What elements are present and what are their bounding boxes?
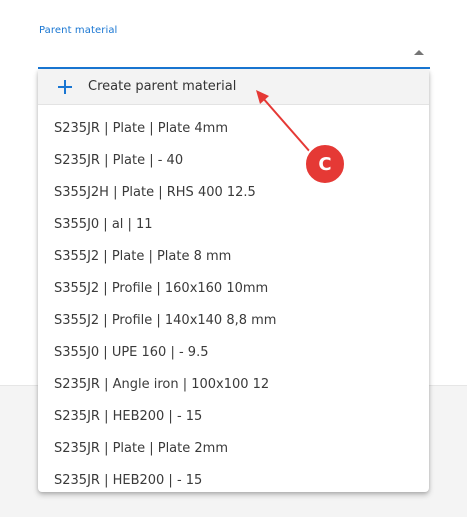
field-underline — [38, 67, 430, 69]
option-item[interactable]: S355J2 | Profile | 160x160 10mm — [38, 273, 429, 305]
page: Parent material Create parent material S… — [0, 0, 467, 517]
option-item[interactable]: S235JR | Plate | Plate 4mm — [38, 113, 429, 145]
option-item[interactable]: S355J2 | Plate | Plate 8 mm — [38, 241, 429, 273]
caret-up-icon[interactable] — [414, 50, 424, 55]
parent-material-dropdown: Create parent material S235JR | Plate | … — [38, 70, 429, 492]
plus-icon — [58, 80, 72, 94]
option-item[interactable]: S235JR | HEB200 | - 15 — [38, 465, 429, 492]
option-item[interactable]: S235JR | Angle iron | 100x100 12 — [38, 369, 429, 401]
parent-material-label: Parent material — [39, 25, 118, 36]
parent-material-field[interactable]: Parent material — [38, 22, 430, 70]
create-parent-material-option[interactable]: Create parent material — [38, 70, 429, 105]
option-item[interactable]: S235JR | HEB200 | - 15 — [38, 401, 429, 433]
option-item[interactable]: S355J0 | UPE 160 | - 9.5 — [38, 337, 429, 369]
create-parent-material-label: Create parent material — [88, 79, 237, 94]
option-item[interactable]: S355J2H | Plate | RHS 400 12.5 — [38, 177, 429, 209]
option-list: S235JR | Plate | Plate 4mm S235JR | Plat… — [38, 113, 429, 492]
option-item[interactable]: S235JR | Plate | - 40 — [38, 145, 429, 177]
option-item[interactable]: S355J2 | Profile | 140x140 8,8 mm — [38, 305, 429, 337]
option-item[interactable]: S355J0 | al | 11 — [38, 209, 429, 241]
option-item[interactable]: S235JR | Plate | Plate 2mm — [38, 433, 429, 465]
